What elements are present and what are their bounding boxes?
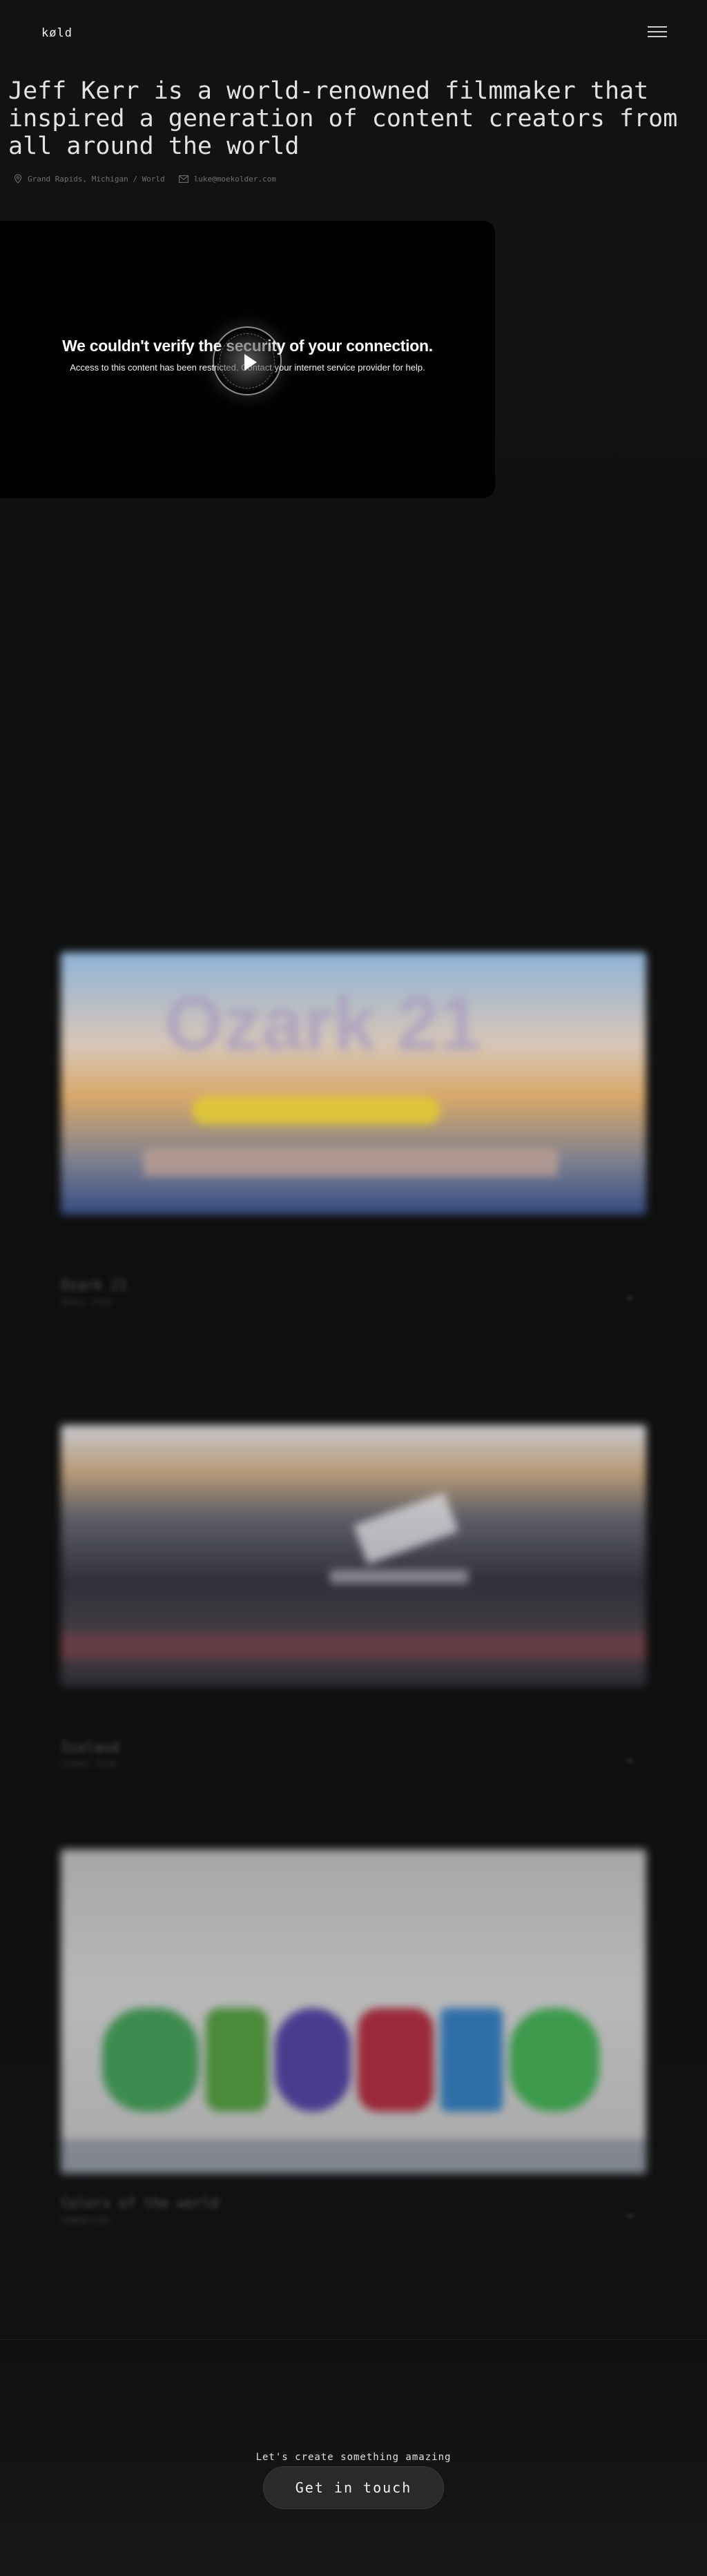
- thumbnail-text: Ozark 21: [164, 981, 481, 1066]
- work-title: Iceland: [61, 1739, 119, 1756]
- work-title: Ozark 21: [61, 1277, 128, 1293]
- work-item[interactable]: Colors of the world Commercial →: [61, 1849, 646, 2257]
- work-thumbnail[interactable]: [61, 1425, 646, 1687]
- cta-section: Let's create something amazing Get in to…: [0, 2339, 707, 2576]
- work-thumbnail[interactable]: [61, 1849, 646, 2174]
- work-subtitle: Commercial: [61, 2215, 111, 2225]
- mail-icon: [178, 175, 188, 183]
- work-item[interactable]: Iceland Travel film →: [61, 1425, 646, 1784]
- play-icon[interactable]: [213, 326, 282, 395]
- arrow-right-icon[interactable]: →: [626, 1290, 643, 1305]
- hamburger-menu-icon[interactable]: [648, 26, 667, 40]
- email-item[interactable]: luke@moekolder.com: [178, 174, 276, 184]
- work-item[interactable]: Ozark 21 Ozark 21 Short film →: [61, 952, 646, 1311]
- hero-title: Jeff Kerr is a world-renowned filmmaker …: [8, 77, 678, 160]
- work-subtitle: Travel film: [61, 1759, 116, 1769]
- work-thumbnail[interactable]: Ozark 21: [61, 952, 646, 1215]
- hero-meta: Grand Rapids, Michigan / World luke@moek…: [14, 174, 276, 184]
- video-player[interactable]: We couldn't verify the security of your …: [0, 221, 495, 498]
- work-title: Colors of the world: [61, 2194, 219, 2211]
- get-in-touch-button[interactable]: Get in touch: [263, 2466, 444, 2509]
- arrow-right-icon[interactable]: →: [626, 1753, 643, 1767]
- location-text: Grand Rapids, Michigan / World: [28, 174, 165, 184]
- cta-label: Let's create something amazing: [255, 2452, 452, 2463]
- logo[interactable]: køld: [41, 26, 72, 40]
- location-item: Grand Rapids, Michigan / World: [14, 174, 165, 184]
- map-pin-icon: [14, 174, 22, 184]
- email-link[interactable]: luke@moekolder.com: [194, 175, 276, 184]
- arrow-right-icon[interactable]: →: [626, 2208, 643, 2223]
- work-subtitle: Short film: [61, 1297, 111, 1307]
- site-header: køld: [0, 0, 707, 66]
